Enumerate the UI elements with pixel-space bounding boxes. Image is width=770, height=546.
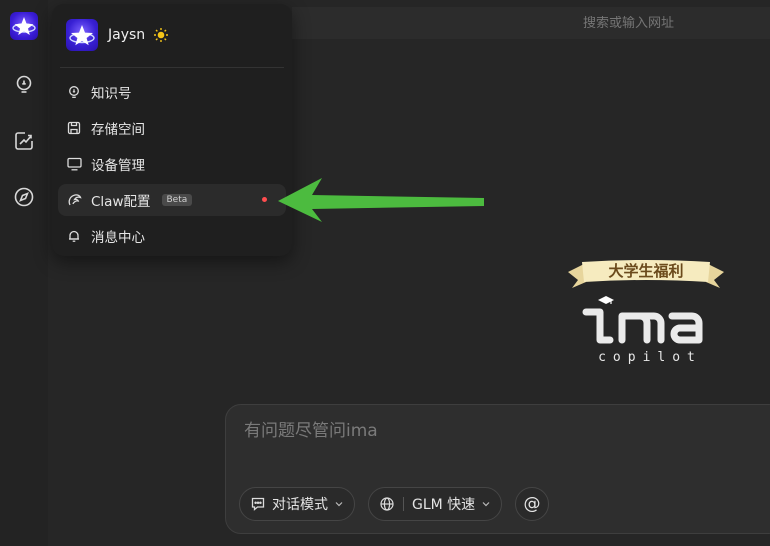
green-arrow-annotation [278,178,484,222]
menu-item-devices[interactable]: 设备管理 [58,148,286,180]
username: Jaysn [108,27,146,43]
bell-icon [66,228,82,244]
mention-button[interactable]: @ [515,487,549,521]
url-search-input[interactable] [583,15,753,31]
menu-divider [60,67,284,68]
menu-item-storage[interactable]: 存储空间 [58,112,286,144]
pill-separator [403,497,404,511]
menu-item-label: Claw配置 [91,194,151,210]
url-bar [292,7,770,39]
chat-input[interactable] [244,421,744,441]
chat-mode-dropdown[interactable]: 对话模式 [239,487,355,521]
trend-chart-icon[interactable] [10,127,38,155]
beta-badge: Beta [161,194,193,206]
menu-item-messages[interactable]: 消息中心 [58,220,286,252]
notification-dot [262,197,267,202]
left-rail [0,0,48,546]
promo-subtitle: copilot [598,350,702,365]
chat-bubble-icon [250,496,266,512]
monitor-icon [66,156,82,172]
lightbulb-icon[interactable] [10,71,38,99]
menu-item-label: 存储空间 [91,122,145,138]
user-menu-popup: Jaysn 知识号 存储空间 设备管理 Claw配置 Beta 消息中心 [52,4,292,256]
chevron-down-icon [481,499,491,509]
menu-item-claw-config[interactable]: Claw配置 Beta [58,184,286,216]
menu-item-knowledge[interactable]: 知识号 [58,76,286,108]
ima-logo-icon [582,296,703,344]
model-label: GLM 快速 [412,497,476,513]
compass-icon[interactable] [10,183,38,211]
claw-icon [66,192,82,208]
sun-icon [153,27,169,43]
lightbulb-icon [66,84,82,100]
chat-mode-label: 对话模式 [272,497,328,513]
user-profile-header[interactable]: Jaysn [66,19,169,51]
chat-input-box: 对话模式 GLM 快速 @ [225,404,770,534]
menu-item-label: 知识号 [91,86,132,102]
avatar [66,19,98,51]
chevron-down-icon [334,499,344,509]
save-icon [66,120,82,136]
globe-icon [379,496,395,512]
model-dropdown[interactable]: GLM 快速 [368,487,503,521]
menu-item-label: 消息中心 [91,230,145,246]
app-logo-icon[interactable] [10,12,38,40]
ima-promo[interactable]: 大学生福利 copilot [566,260,726,370]
menu-item-label: 设备管理 [91,158,145,174]
promo-banner-text: 大学生福利 [608,262,684,280]
